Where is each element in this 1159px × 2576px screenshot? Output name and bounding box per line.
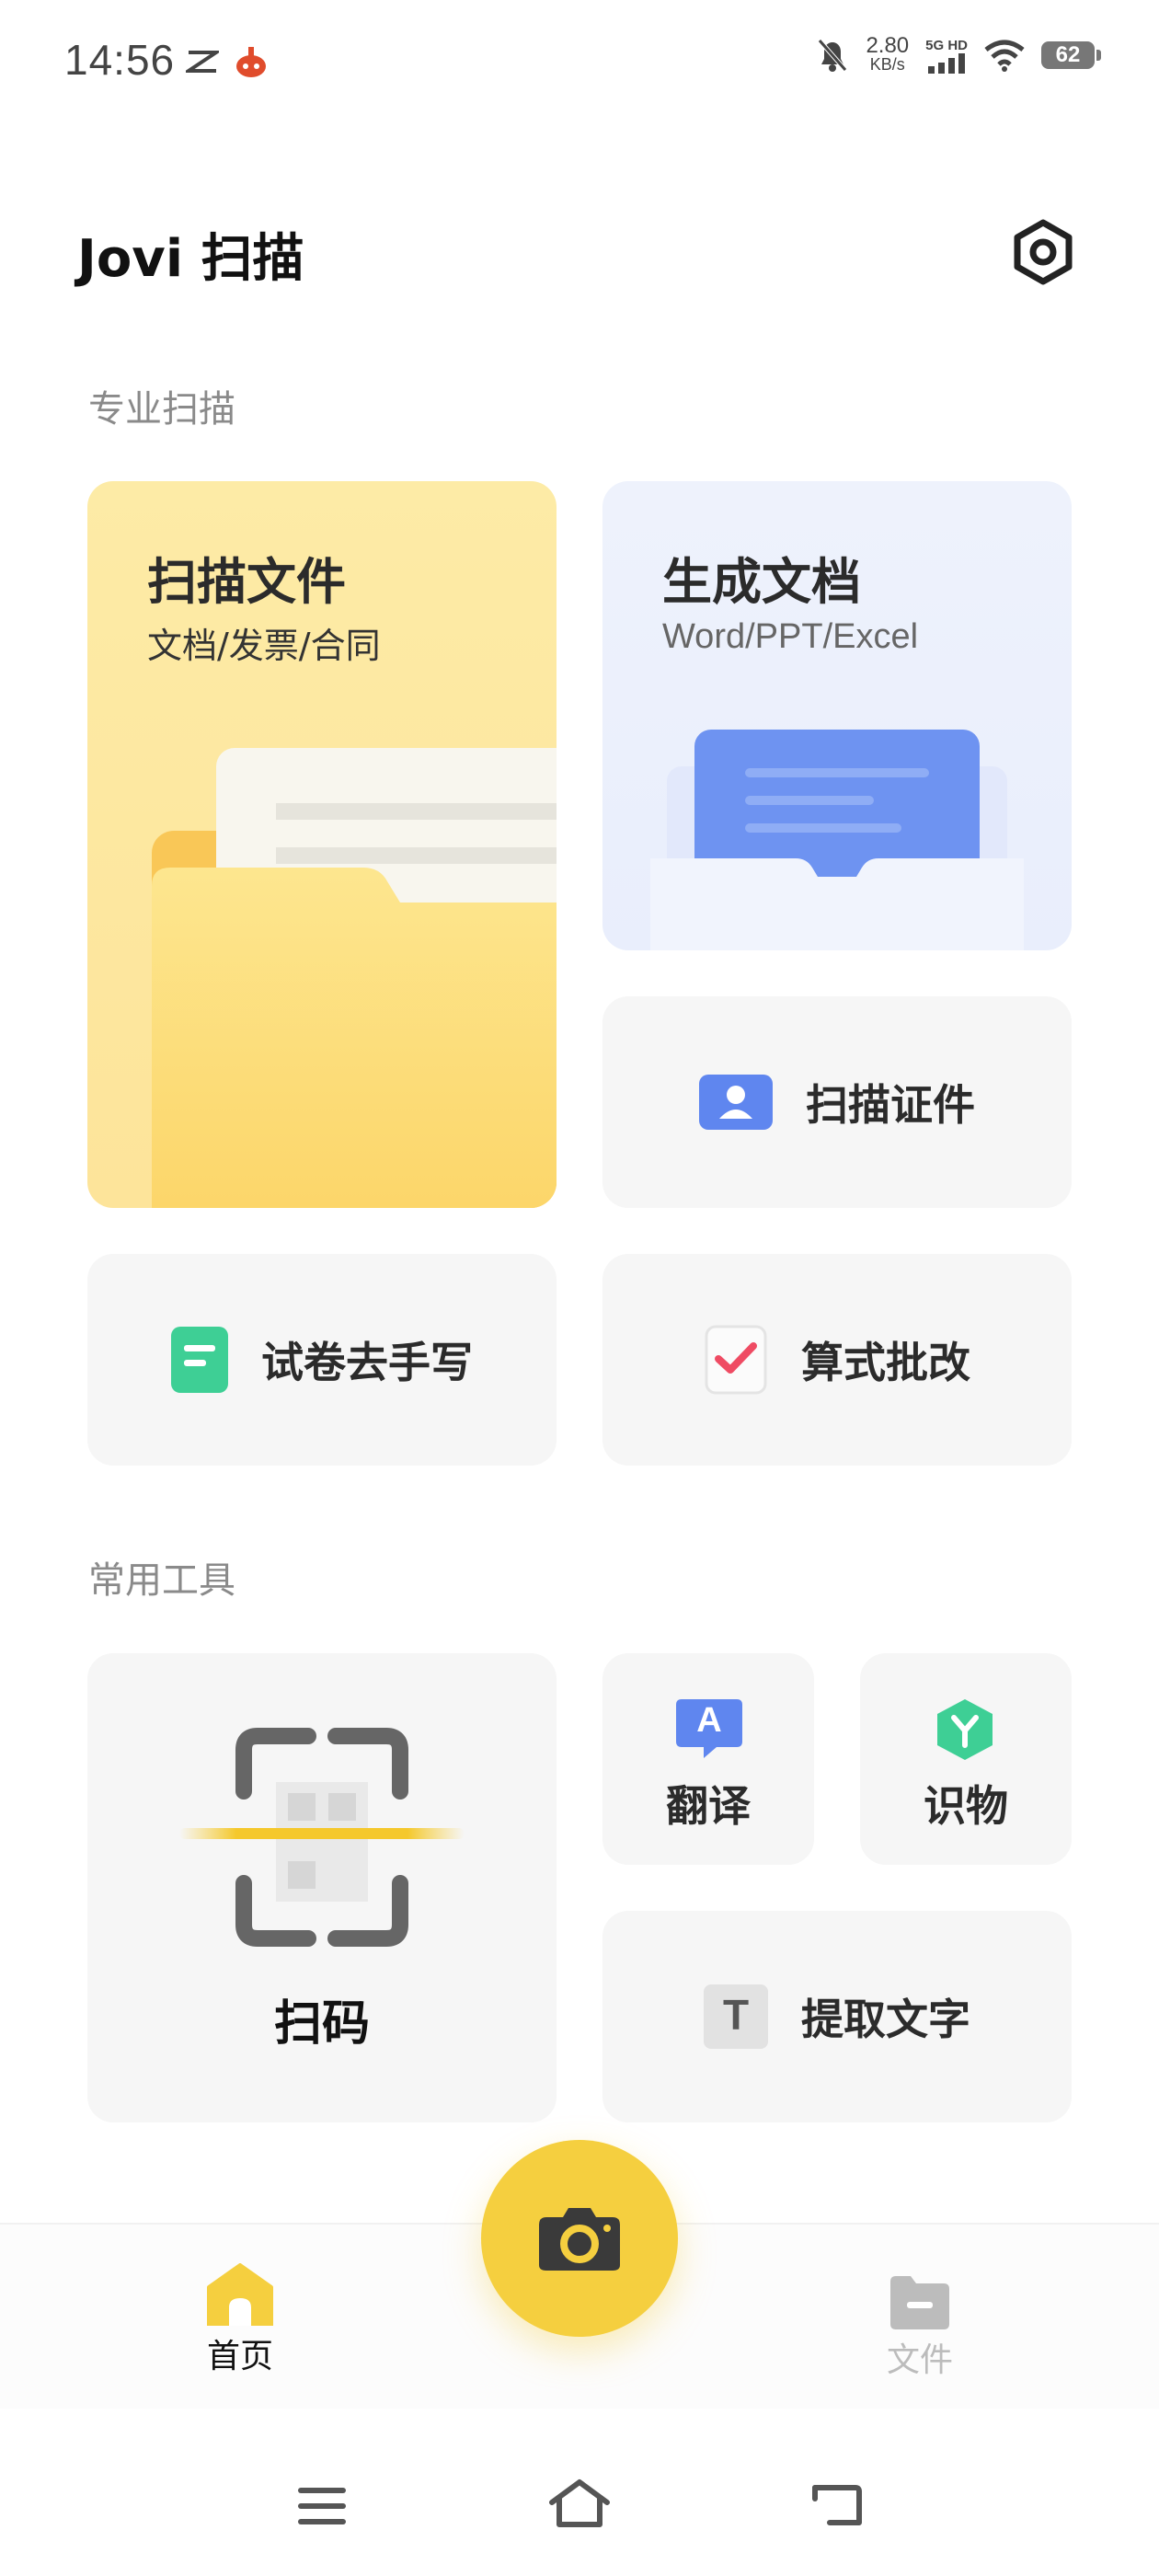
network-speed: 2.80 KB/s bbox=[866, 33, 910, 75]
app-title: Jovi 扫描 bbox=[77, 229, 304, 289]
scan-id-label: 扫描证件 bbox=[806, 1080, 975, 1130]
generate-doc-title: 生成文档 bbox=[662, 553, 861, 611]
menu-icon[interactable] bbox=[296, 2486, 348, 2526]
translate-label: 翻译 bbox=[666, 1781, 751, 1831]
translate-card[interactable]: A 翻译 bbox=[602, 1653, 814, 1865]
status-right-icons: 2.80 KB/s 5G HD 62 bbox=[816, 33, 1101, 75]
nav-home[interactable]: 首页 bbox=[180, 2263, 300, 2377]
system-home-icon[interactable] bbox=[548, 2478, 611, 2528]
remove-handwriting-card[interactable]: 试卷去手写 bbox=[87, 1254, 557, 1466]
translate-icon-letter: A bbox=[696, 1701, 722, 1740]
id-card-icon bbox=[699, 1075, 773, 1130]
folder-icon bbox=[890, 2276, 949, 2329]
generate-doc-card[interactable]: 生成文档 Word/PPT/Excel bbox=[602, 481, 1072, 950]
notification-app-icon bbox=[236, 47, 266, 77]
text-icon: T bbox=[704, 1984, 768, 2049]
scan-file-subtitle: 文档/发票/合同 bbox=[147, 626, 381, 666]
camera-button[interactable] bbox=[481, 2140, 678, 2337]
wifi-icon bbox=[984, 40, 1025, 72]
home-icon bbox=[207, 2263, 273, 2328]
signal-bars-icon bbox=[928, 52, 966, 74]
identify-object-icon bbox=[937, 1699, 993, 1760]
scan-file-card[interactable]: 扫描文件 文档/发票/合同 bbox=[87, 481, 557, 1208]
scan-code-label: 扫码 bbox=[273, 1996, 370, 2052]
folder-document-illustration bbox=[152, 748, 557, 1208]
nav-files-label: 文件 bbox=[886, 2341, 953, 2379]
identify-object-card[interactable]: 识物 bbox=[860, 1653, 1072, 1865]
signal-indicator: 5G HD bbox=[925, 38, 968, 74]
exam-paper-icon bbox=[171, 1327, 228, 1393]
section-label-common-tools: 常用工具 bbox=[88, 1559, 235, 1602]
nav-home-label: 首页 bbox=[206, 2338, 273, 2375]
status-left-icons bbox=[186, 44, 269, 79]
doc-tray-illustration bbox=[650, 730, 1024, 950]
generate-doc-subtitle: Word/PPT/Excel bbox=[662, 617, 919, 656]
back-icon[interactable] bbox=[811, 2482, 863, 2528]
qr-scan-icon bbox=[179, 1728, 465, 1947]
nav-files[interactable]: 文件 bbox=[860, 2276, 980, 2381]
settings-hexagon-icon bbox=[1014, 219, 1073, 285]
camera-icon bbox=[539, 2208, 620, 2271]
scan-id-card[interactable]: 扫描证件 bbox=[602, 996, 1072, 1208]
math-check-label: 算式批改 bbox=[801, 1338, 970, 1387]
scan-file-title: 扫描文件 bbox=[147, 553, 346, 611]
scan-code-card[interactable]: 扫码 bbox=[87, 1653, 557, 2122]
extract-text-label: 提取文字 bbox=[801, 1995, 970, 2044]
identify-object-label: 识物 bbox=[924, 1781, 1008, 1831]
settings-button[interactable] bbox=[1008, 217, 1078, 287]
status-time: 14:56 bbox=[64, 36, 176, 84]
battery-indicator: 62 bbox=[1041, 41, 1101, 69]
checklist-icon bbox=[705, 1325, 767, 1395]
mute-bell-icon bbox=[818, 39, 848, 72]
extract-text-card[interactable]: T 提取文字 bbox=[602, 1911, 1072, 2122]
section-label-pro-scan: 专业扫描 bbox=[88, 388, 235, 431]
messenger-icon bbox=[186, 51, 219, 73]
math-check-card[interactable]: 算式批改 bbox=[602, 1254, 1072, 1466]
remove-handwriting-label: 试卷去手写 bbox=[261, 1338, 473, 1387]
